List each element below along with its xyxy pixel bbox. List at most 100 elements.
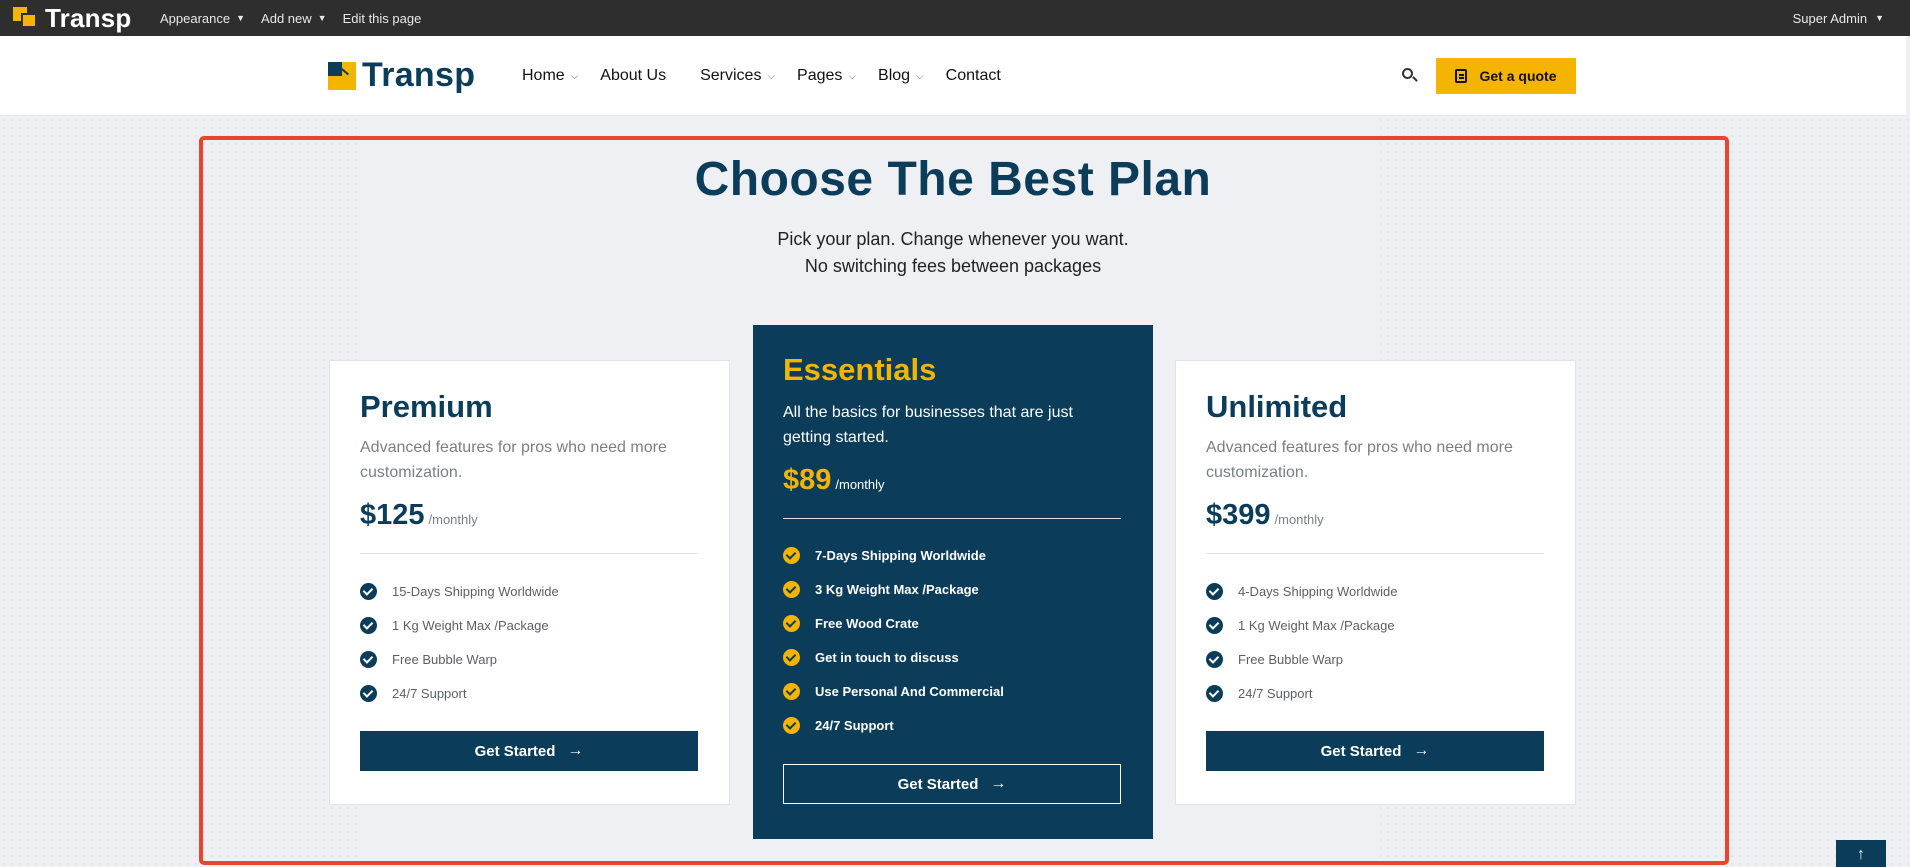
check-circle-icon	[1206, 582, 1223, 600]
feature-text: 1 Kg Weight Max /Package	[392, 617, 549, 633]
admin-menu-add-new[interactable]: Add new ▼	[261, 11, 327, 26]
arrow-right-icon: →	[1413, 742, 1430, 759]
subtitle-line: Pick your plan. Change whenever you want…	[777, 229, 1129, 249]
plan-card-premium: Premium Advanced features for pros who n…	[329, 360, 730, 805]
nav-label: Pages	[797, 67, 843, 84]
price-period: /monthly	[428, 512, 478, 527]
feature-text: 7-Days Shipping Worldwide	[815, 547, 986, 563]
plan-price: $125 /monthly	[360, 499, 478, 532]
plan-name: Unlimited	[1206, 389, 1348, 424]
feature-list: 4-Days Shipping Worldwide 1 Kg Weight Ma…	[1206, 574, 1397, 710]
plan-description: All the basics for businesses that are j…	[783, 404, 1073, 446]
nav-item-services[interactable]: Services ⌵	[700, 67, 775, 85]
feature-item: 15-Days Shipping Worldwide	[360, 574, 559, 608]
clipboard-icon	[1455, 69, 1468, 83]
button-label: Get Started	[897, 775, 979, 793]
check-circle-icon	[360, 684, 377, 702]
price-amount: $89	[783, 464, 832, 496]
logo-icon	[328, 61, 356, 90]
admin-menu-label: Edit this page	[342, 10, 422, 26]
nav-item-about-us[interactable]: About Us	[600, 67, 666, 85]
check-circle-icon	[783, 614, 800, 632]
feature-item: Free Bubble Warp	[360, 642, 559, 676]
admin-menu-edit-page[interactable]: Edit this page	[343, 11, 422, 26]
plan-card-unlimited: Unlimited Advanced features for pros who…	[1175, 360, 1576, 805]
main-nav: Home ⌵ About Us Services ⌵ Pages ⌵ Blog …	[522, 36, 1023, 116]
arrow-right-icon: →	[567, 742, 584, 759]
check-circle-icon	[1206, 616, 1223, 634]
price-amount: $399	[1206, 499, 1271, 531]
feature-item: 7-Days Shipping Worldwide	[783, 538, 1004, 572]
plan-card-essentials: Essentials All the basics for businesses…	[753, 325, 1153, 839]
feature-item: 4-Days Shipping Worldwide	[1206, 574, 1397, 608]
feature-text: Get in touch to discuss	[815, 649, 959, 665]
nav-label: About Us	[600, 67, 667, 84]
subtitle-line: No switching fees between packages	[804, 256, 1102, 276]
arrow-up-icon: ↑	[1857, 846, 1865, 863]
get-a-quote-button[interactable]: Get a quote	[1436, 58, 1576, 94]
admin-menu-label: Appearance	[160, 10, 231, 26]
search-icon[interactable]	[1400, 66, 1420, 86]
nav-label: Contact	[945, 67, 1001, 84]
site-header: Transp Home ⌵ About Us Services ⌵ Pages …	[0, 36, 1906, 116]
check-circle-icon	[783, 546, 800, 564]
nav-label: Services	[700, 67, 762, 84]
plan-description: Advanced features for pros who need more…	[1206, 439, 1513, 481]
nav-label: Blog	[878, 67, 911, 84]
get-a-quote-label: Get a quote	[1479, 68, 1557, 84]
plan-description: Advanced features for pros who need more…	[360, 439, 667, 481]
feature-text: Free Bubble Warp	[1238, 651, 1344, 667]
divider	[1206, 553, 1544, 554]
admin-user-menu[interactable]: Super Admin ▼	[1793, 0, 1884, 36]
plan-name: Essentials	[783, 352, 937, 387]
site-logo-text: Transp	[362, 56, 476, 94]
nav-item-blog[interactable]: Blog ⌵	[878, 67, 924, 85]
get-started-button[interactable]: Get Started →	[1206, 731, 1544, 771]
section-title: Choose The Best Plan	[694, 153, 1212, 206]
check-circle-icon	[360, 650, 377, 668]
admin-bar: Transp Appearance ▼ Add new ▼ Edit this …	[0, 0, 1910, 36]
arrow-right-icon: →	[990, 775, 1007, 792]
feature-item: Get in touch to discuss	[783, 640, 1004, 674]
admin-bar-menu: Appearance ▼ Add new ▼ Edit this page	[148, 11, 425, 26]
feature-item: 24/7 Support	[1206, 676, 1397, 710]
admin-bar-logo[interactable]: Transp	[0, 0, 148, 36]
check-circle-icon	[1206, 650, 1223, 668]
nav-item-pages[interactable]: Pages ⌵	[797, 67, 856, 85]
get-started-button[interactable]: Get Started →	[360, 731, 698, 771]
feature-item: Free Wood Crate	[783, 606, 1004, 640]
check-circle-icon	[360, 616, 377, 634]
feature-list: 7-Days Shipping Worldwide 3 Kg Weight Ma…	[783, 538, 1004, 742]
caret-down-icon: ▼	[317, 13, 327, 23]
check-circle-icon	[1206, 684, 1223, 702]
nav-item-contact[interactable]: Contact	[946, 67, 1001, 85]
check-circle-icon	[360, 582, 377, 600]
feature-text: 1 Kg Weight Max /Package	[1238, 617, 1395, 633]
get-started-button[interactable]: Get Started →	[783, 764, 1121, 804]
feature-text: 24/7 Support	[392, 685, 467, 701]
admin-menu-appearance[interactable]: Appearance ▼	[160, 11, 245, 26]
feature-item: Free Bubble Warp	[1206, 642, 1397, 676]
admin-bar-logo-text: Transp	[45, 2, 132, 33]
check-circle-icon	[783, 648, 800, 666]
plan-price: $89 /monthly	[783, 464, 885, 497]
site-logo[interactable]: Transp	[328, 56, 475, 95]
plan-name: Premium	[360, 389, 493, 424]
nav-item-home[interactable]: Home ⌵	[522, 67, 578, 85]
feature-text: Use Personal And Commercial	[815, 683, 1004, 699]
price-amount: $125	[360, 499, 425, 531]
check-circle-icon	[783, 580, 800, 598]
feature-list: 15-Days Shipping Worldwide 1 Kg Weight M…	[360, 574, 559, 710]
chevron-down-icon: ⌵	[767, 70, 776, 82]
feature-item: Use Personal And Commercial	[783, 674, 1004, 708]
chevron-down-icon: ⌵	[916, 70, 924, 82]
feature-item: 24/7 Support	[360, 676, 559, 710]
feature-text: 24/7 Support	[815, 717, 894, 733]
logo-icon	[13, 7, 39, 29]
feature-item: 1 Kg Weight Max /Package	[1206, 608, 1397, 642]
caret-down-icon: ▼	[1875, 13, 1884, 23]
feature-text: 4-Days Shipping Worldwide	[1238, 583, 1398, 599]
scroll-to-top-button[interactable]: ↑	[1836, 840, 1886, 867]
feature-text: 24/7 Support	[1238, 685, 1313, 701]
feature-text: 3 Kg Weight Max /Package	[815, 581, 979, 597]
